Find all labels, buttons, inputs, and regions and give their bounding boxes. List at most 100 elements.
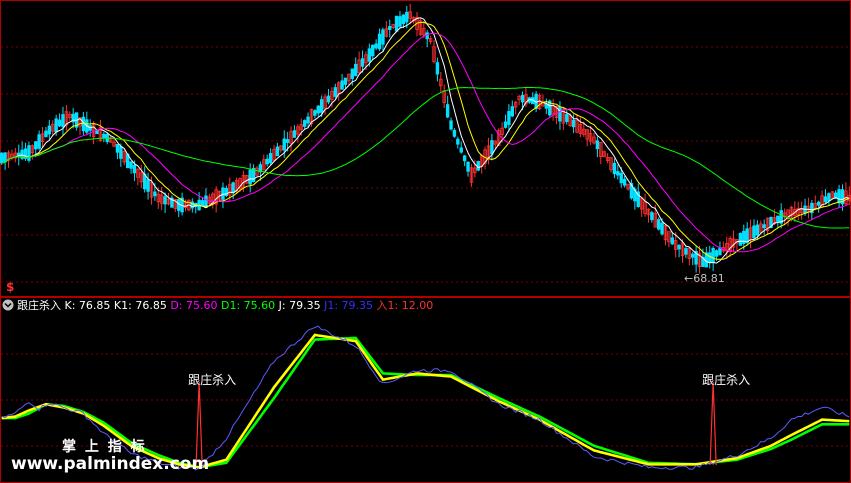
readout-1: K1: 76.85	[114, 299, 170, 312]
candle-body	[714, 250, 719, 257]
candle-body	[456, 138, 460, 145]
candle-body	[367, 48, 372, 62]
indicator-name: 跟庄杀入	[17, 298, 65, 312]
candle-body	[340, 80, 344, 90]
readout-4: J: 79.35	[278, 299, 324, 312]
candle-body	[44, 130, 48, 138]
candle-body	[343, 77, 348, 85]
candle-body	[374, 43, 378, 49]
candle-body	[146, 179, 150, 192]
candle-body	[102, 133, 106, 139]
candle-body	[231, 182, 235, 194]
candle-body	[745, 228, 749, 243]
candle-body	[565, 114, 569, 122]
candle-body	[755, 224, 760, 236]
candle-body	[47, 125, 52, 135]
candle-body	[371, 44, 375, 57]
candle-body	[398, 16, 402, 27]
candle-body	[132, 164, 137, 174]
candle-body	[520, 94, 525, 103]
candle-body	[445, 104, 450, 118]
candle-body	[57, 119, 62, 127]
candle-body	[316, 105, 320, 114]
candle-body	[61, 114, 65, 128]
signal-label-1: 跟庄杀入	[702, 372, 750, 387]
candle-body	[282, 138, 286, 151]
candle-body	[558, 106, 562, 122]
candle-body	[292, 130, 297, 138]
candle-body	[350, 68, 355, 79]
candle-body	[837, 189, 841, 204]
candle-body	[319, 99, 324, 113]
candle-body	[449, 120, 453, 130]
indicator-header: 跟庄杀入 K: 76.85 K1: 76.85 D: 75.60 D1: 75.…	[17, 298, 433, 312]
candle-body	[54, 118, 58, 133]
candle-body	[333, 87, 337, 97]
price-marker: $	[6, 280, 14, 294]
candle-body	[354, 63, 358, 77]
candle-body	[153, 191, 157, 197]
min-price-annotation: ←68.81	[684, 272, 725, 285]
candle-body	[571, 119, 576, 128]
readout-3: D1: 75.60	[221, 299, 279, 312]
candle-body	[691, 253, 695, 258]
candle-body	[619, 172, 623, 184]
candle-body	[377, 33, 382, 50]
candle-body	[177, 199, 181, 211]
min-price-value: 68.81	[693, 272, 725, 285]
candle-body	[313, 110, 317, 116]
candle-body	[388, 26, 392, 30]
candle-body	[616, 171, 620, 176]
readout-6: 入1: 12.00	[377, 299, 434, 312]
candle-body	[459, 147, 463, 153]
candle-body	[3, 152, 7, 163]
candle-body	[163, 196, 167, 205]
candle-body	[476, 160, 480, 171]
candle-body	[670, 237, 674, 245]
candle-body	[622, 178, 627, 186]
candle-body	[816, 201, 821, 206]
candle-body	[503, 121, 508, 128]
watermark-title: 掌 上 指 标	[62, 438, 147, 455]
watermark-url: www.palmindex.com	[11, 454, 209, 474]
candle-body	[268, 153, 273, 164]
candle-body	[462, 155, 467, 162]
candle-body	[401, 14, 406, 25]
candle-body	[381, 29, 385, 45]
readout-5: J1: 79.35	[323, 299, 376, 312]
signal-label-0: 跟庄杀入	[188, 372, 236, 387]
candle-body	[0, 152, 4, 164]
candle-body	[265, 158, 269, 165]
candle-body	[119, 146, 123, 159]
candle-body	[285, 139, 290, 143]
candle-body	[302, 120, 307, 127]
candle-body	[394, 15, 399, 32]
chart-canvas: 跟庄杀入 跟庄杀入 $ ←68.81 跟庄杀入 K: 76.85 K1: 76.8…	[0, 0, 851, 483]
candle-body	[405, 11, 409, 23]
candle-body	[738, 232, 743, 246]
candle-body	[656, 219, 661, 230]
candle-body	[612, 162, 617, 175]
readout-2: D: 75.60	[170, 299, 221, 312]
candle-body	[34, 141, 38, 150]
candle-body	[684, 248, 688, 255]
candle-body	[752, 225, 756, 239]
readout-0: K: 76.85	[65, 299, 114, 312]
candle-body	[507, 111, 511, 125]
candle-body	[823, 196, 828, 203]
candle-body	[660, 222, 664, 235]
collapse-icon[interactable]	[2, 299, 14, 311]
candle-body	[595, 140, 600, 150]
candle-body	[37, 134, 41, 149]
candle-body	[677, 244, 681, 250]
candle-body	[650, 212, 654, 221]
candle-body	[248, 169, 252, 185]
candle-body	[425, 32, 429, 40]
candle-body	[129, 161, 133, 169]
candle-body	[27, 145, 31, 161]
candle-body	[326, 95, 331, 103]
candle-body	[221, 187, 225, 200]
candle-body	[827, 193, 831, 202]
candle-body	[711, 247, 715, 264]
candle-body	[360, 58, 365, 67]
